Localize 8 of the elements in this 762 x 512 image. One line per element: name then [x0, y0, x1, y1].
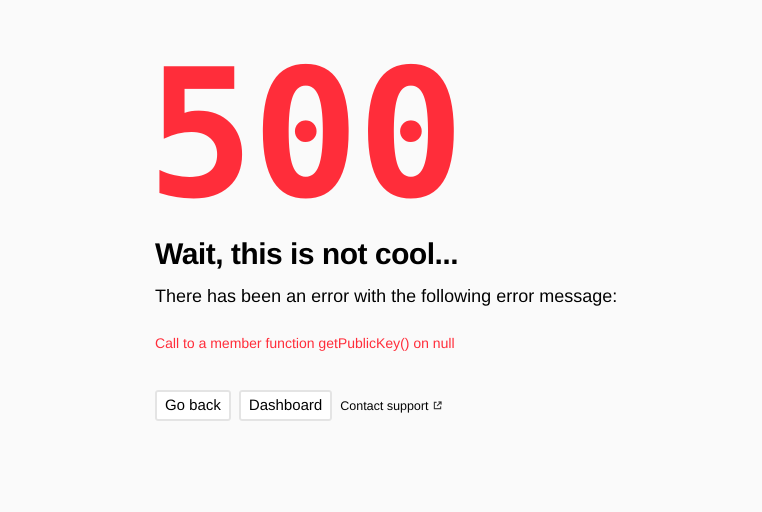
error-message: Call to a member function getPublicKey() on null — [155, 335, 456, 351]
error-title: Wait, this is not cool... — [155, 238, 460, 272]
error-description: There has been an error with the following error message: — [155, 286, 618, 307]
contact-support-link[interactable]: Contact support — [340, 398, 442, 412]
nav-button[interactable]: Go back — [155, 390, 231, 421]
error-code: 500 — [147, 40, 464, 230]
external-link-icon — [432, 401, 442, 410]
nav-button[interactable]: Dashboard — [238, 390, 332, 421]
